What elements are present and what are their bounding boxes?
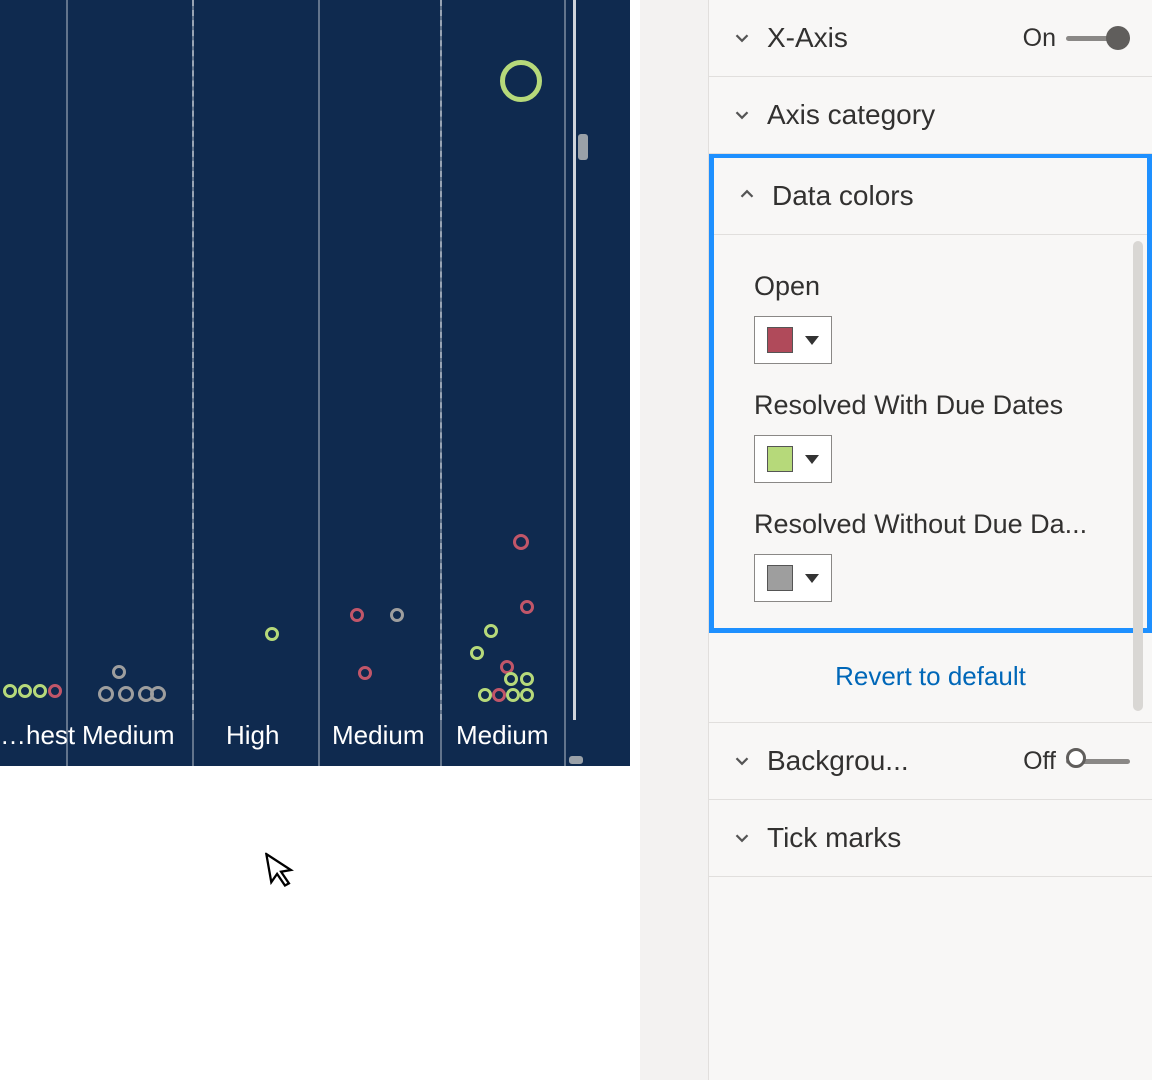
- section-label: Backgrou...: [767, 745, 1009, 777]
- category-separator: [66, 0, 68, 766]
- chevron-down-icon: [731, 750, 753, 772]
- section-label: X-Axis: [767, 22, 1009, 54]
- data-point[interactable]: [478, 688, 492, 702]
- color-picker-resolved-nodue[interactable]: [754, 554, 832, 602]
- revert-to-default[interactable]: Revert to default: [709, 633, 1152, 723]
- chart-visual[interactable]: …hest Medium High Medium Medium: [0, 0, 640, 1080]
- data-point[interactable]: [33, 684, 47, 698]
- data-colors-body: Open Resolved With Due Dates Resolved Wi…: [714, 235, 1147, 628]
- series-label: Resolved With Due Dates: [754, 390, 1114, 421]
- data-point[interactable]: [520, 688, 534, 702]
- chart-canvas: …hest Medium High Medium Medium: [0, 0, 630, 766]
- data-point[interactable]: [500, 60, 542, 102]
- section-label: Data colors: [772, 180, 1125, 212]
- section-axis-category[interactable]: Axis category: [709, 77, 1152, 154]
- toggle-switch[interactable]: [1066, 753, 1130, 769]
- data-color-item-resolved-due: Resolved With Due Dates: [754, 390, 1125, 483]
- x-tick-label: Medium: [332, 720, 424, 751]
- section-data-colors[interactable]: Data colors: [714, 158, 1147, 235]
- revert-link[interactable]: Revert to default: [835, 661, 1026, 691]
- data-point[interactable]: [520, 600, 534, 614]
- chevron-down-icon: [731, 827, 753, 849]
- format-pane: X-Axis On Axis category Data colors: [708, 0, 1152, 1080]
- data-color-item-resolved-nodue: Resolved Without Due Da...: [754, 509, 1125, 602]
- caret-down-icon: [805, 574, 819, 583]
- data-point[interactable]: [150, 686, 166, 702]
- toggle-state-text: Off: [1023, 747, 1056, 776]
- toggle-state-text: On: [1023, 24, 1056, 53]
- data-point[interactable]: [265, 627, 279, 641]
- color-swatch: [767, 327, 793, 353]
- data-point[interactable]: [98, 686, 114, 702]
- series-label: Open: [754, 271, 1114, 302]
- data-point[interactable]: [470, 646, 484, 660]
- x-tick-label: High: [226, 720, 279, 751]
- x-tick-label: …hest: [0, 720, 75, 751]
- data-point[interactable]: [112, 665, 126, 679]
- data-color-item-open: Open: [754, 271, 1125, 364]
- category-separator: [564, 0, 566, 766]
- data-point[interactable]: [3, 684, 17, 698]
- category-separator: [440, 0, 442, 766]
- series-label: Resolved Without Due Da...: [754, 509, 1114, 540]
- chevron-up-icon: [736, 183, 758, 210]
- data-point[interactable]: [504, 672, 518, 686]
- x-tick-label: Medium: [82, 720, 174, 751]
- background-toggle[interactable]: Off: [1023, 747, 1130, 776]
- section-label: Axis category: [767, 99, 1130, 131]
- category-separator: [192, 0, 194, 766]
- toggle-switch[interactable]: [1066, 30, 1130, 46]
- axis-line: [573, 0, 576, 720]
- data-point[interactable]: [506, 688, 520, 702]
- data-point[interactable]: [48, 684, 62, 698]
- caret-down-icon: [805, 455, 819, 464]
- color-picker-open[interactable]: [754, 316, 832, 364]
- chart-scrollbar-vertical[interactable]: [578, 134, 588, 160]
- caret-down-icon: [805, 336, 819, 345]
- chevron-down-icon: [731, 27, 753, 49]
- data-point[interactable]: [358, 666, 372, 680]
- data-point[interactable]: [18, 684, 32, 698]
- color-swatch: [767, 446, 793, 472]
- chevron-down-icon: [731, 104, 753, 126]
- data-point[interactable]: [520, 672, 534, 686]
- data-point[interactable]: [484, 624, 498, 638]
- section-tick-marks[interactable]: Tick marks: [709, 800, 1152, 877]
- color-swatch: [767, 565, 793, 591]
- data-point[interactable]: [513, 534, 529, 550]
- x-tick-label: Medium: [456, 720, 548, 751]
- panel-scrollbar[interactable]: [1133, 241, 1143, 711]
- chart-scrollbar-horizontal[interactable]: [569, 756, 583, 764]
- mouse-cursor-icon: [264, 848, 302, 901]
- data-point[interactable]: [118, 686, 134, 702]
- data-point[interactable]: [492, 688, 506, 702]
- color-picker-resolved-due[interactable]: [754, 435, 832, 483]
- section-data-colors-highlight: Data colors Open Resolved With Due Dates: [709, 153, 1152, 633]
- category-separator: [318, 0, 320, 766]
- x-axis-toggle[interactable]: On: [1023, 24, 1130, 53]
- section-label: Tick marks: [767, 822, 1130, 854]
- data-point[interactable]: [350, 608, 364, 622]
- section-x-axis[interactable]: X-Axis On: [709, 0, 1152, 77]
- section-background[interactable]: Backgrou... Off: [709, 723, 1152, 800]
- data-point[interactable]: [390, 608, 404, 622]
